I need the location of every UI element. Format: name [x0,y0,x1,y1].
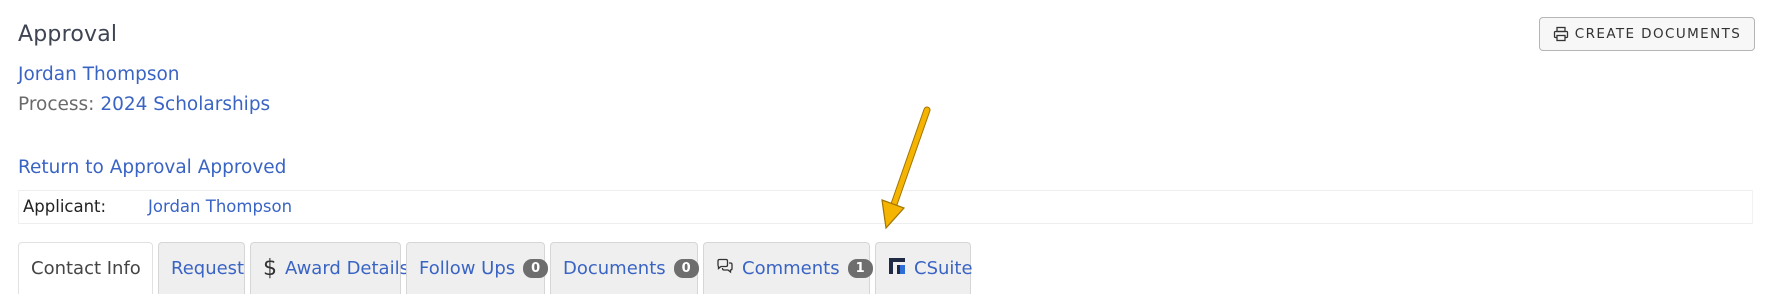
comments-count-badge: 1 [847,259,873,278]
follow-ups-count-badge: 0 [523,259,549,278]
create-documents-label: CREATE DOCUMENTS [1574,26,1742,42]
tab-label: Documents [563,258,666,279]
return-to-approval-link[interactable]: Return to Approval Approved [18,157,286,178]
tab-label: CSuite [914,258,973,279]
page-title: Approval [18,22,118,47]
tab-comments[interactable]: Comments 1 [703,242,873,294]
tab-label: Contact Info [31,258,141,279]
dollar-icon: $ [263,255,277,281]
tab-csuite[interactable]: CSuite [875,242,973,294]
csuite-logo-icon [888,257,906,280]
applicant-name-link[interactable]: Jordan Thompson [18,64,180,85]
tab-documents[interactable]: Documents 0 [550,242,699,294]
applicant-value-link[interactable]: Jordan Thompson [148,197,292,216]
process-link[interactable]: 2024 Scholarships [100,94,270,115]
process-label: Process: [18,94,95,115]
pointer-arrow-icon [881,106,931,230]
tab-request[interactable]: Request [158,242,245,294]
tab-label: Follow Ups [419,258,516,279]
printer-icon [1553,26,1569,42]
tab-label: Comments [742,258,840,279]
comments-icon [716,258,734,279]
tab-label: Award Details [285,258,409,279]
create-documents-button[interactable]: CREATE DOCUMENTS [1539,17,1755,51]
applicant-label: Applicant: [23,197,107,216]
tab-contact-info[interactable]: Contact Info [18,242,153,294]
tab-bar: Contact Info Request $ Award Details Fol… [18,242,1758,294]
process-line: Process: 2024 Scholarships [18,94,270,115]
tab-follow-ups[interactable]: Follow Ups 0 [406,242,549,294]
tab-label: Request [171,258,245,279]
documents-count-badge: 0 [673,259,699,278]
tab-award-details[interactable]: $ Award Details [250,242,409,294]
